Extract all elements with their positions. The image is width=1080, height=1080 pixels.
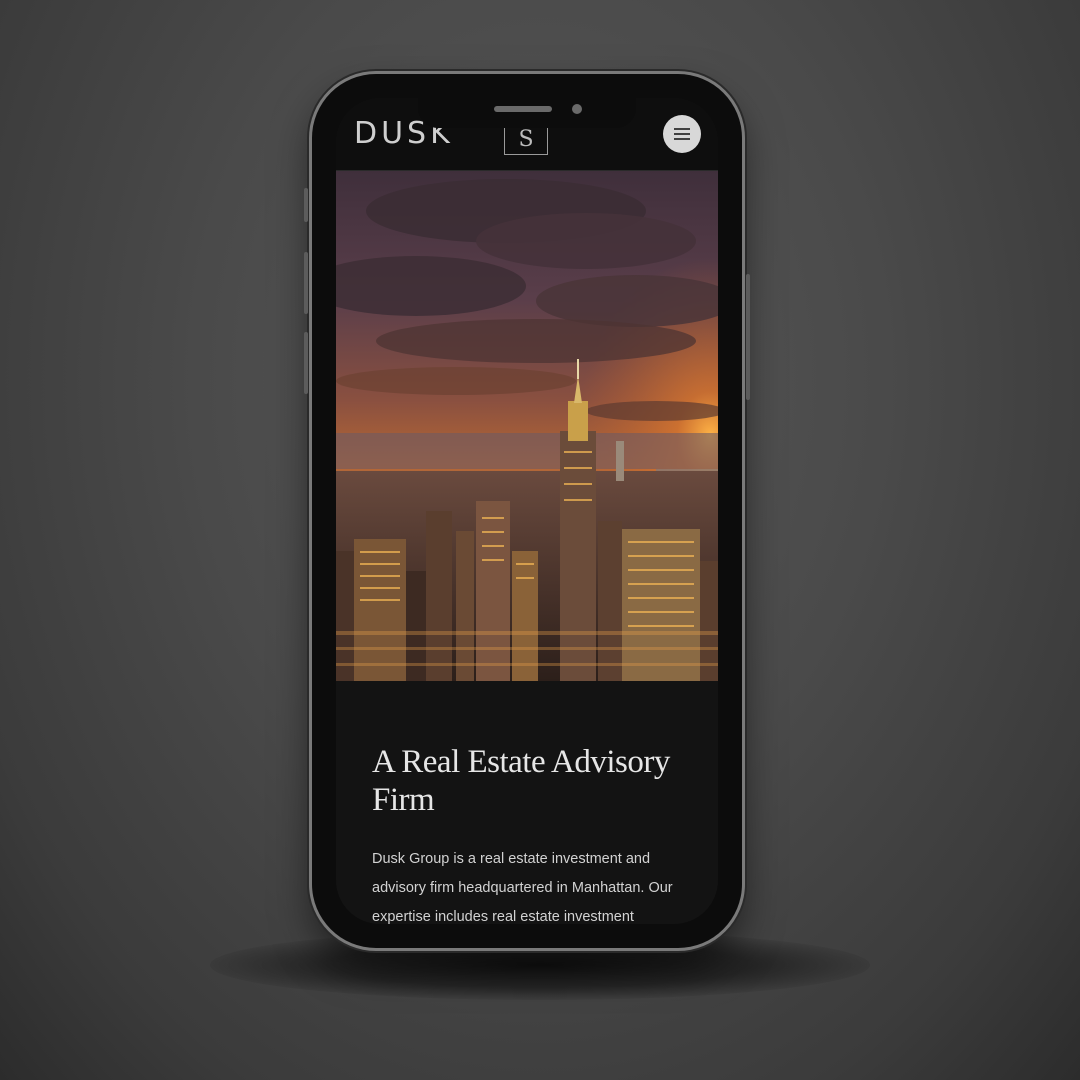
phone-silent-switch — [304, 188, 308, 222]
skyline-illustration — [336, 171, 718, 681]
hero-image-sunset-skyline — [336, 171, 718, 681]
menu-button[interactable] — [663, 115, 701, 153]
hamburger-menu-icon — [674, 128, 690, 140]
phone-power-button — [746, 274, 750, 400]
phone-notch — [418, 98, 636, 128]
logo-letter: S — [518, 126, 534, 152]
phone-mockup: DUSK S A Real Estate Advisory Firm Dusk … — [304, 74, 750, 948]
intro-paragraph: Dusk Group is a real estate investment a… — [372, 851, 673, 924]
page-title: A Real Estate Advisory Firm — [372, 744, 670, 818]
phone-camera — [572, 104, 582, 114]
mockup-background: DUSK S A Real Estate Advisory Firm Dusk … — [0, 0, 1080, 1080]
phone-speaker — [494, 106, 552, 112]
phone-screen: DUSK S A Real Estate Advisory Firm Dusk … — [336, 98, 718, 924]
brand-logo-mark[interactable]: S — [504, 124, 548, 155]
phone-volume-down-button — [304, 332, 308, 394]
phone-volume-up-button — [304, 252, 308, 314]
intro-section: A Real Estate Advisory Firm Dusk Group i… — [336, 681, 718, 924]
